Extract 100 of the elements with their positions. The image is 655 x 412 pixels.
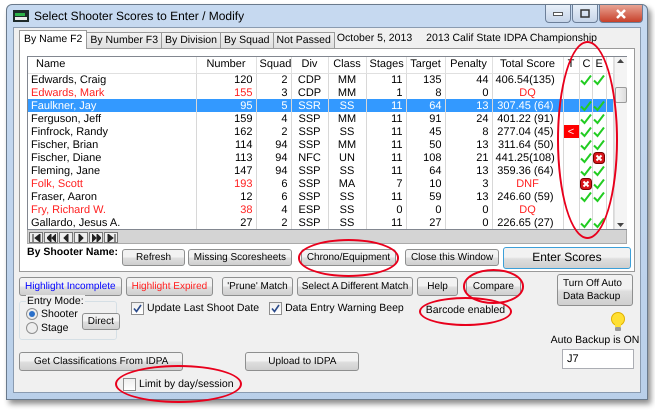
table-row[interactable]: Fischer, Diane 113 94 NFC UN 11 108 21 441.25(108) <box>28 151 613 164</box>
tab[interactable]: By Squad <box>220 32 274 48</box>
table-cell: NFC <box>291 151 328 164</box>
table-row[interactable]: Fry, Richard W. 38 4 ESP SS 0 0 0 DQ <box>28 203 613 216</box>
table-cell: 406.54(135) <box>492 73 563 86</box>
action-button[interactable]: Highlight Incomplete <box>19 277 122 296</box>
table-cell: Finfrock, Randy <box>28 125 196 138</box>
table-cell: 13 <box>445 99 492 112</box>
table-cell: 4 <box>256 203 291 216</box>
column-header[interactable]: Class <box>328 57 366 73</box>
radio-button[interactable] <box>26 322 38 334</box>
close-icon <box>615 8 627 18</box>
table-cell: 108 <box>406 151 445 164</box>
tab[interactable]: Not Passed <box>272 32 335 48</box>
table-cell: 2 <box>256 125 291 138</box>
rewind-icon[interactable] <box>46 234 56 242</box>
table-cell: 64 <box>406 99 445 112</box>
action-button[interactable]: Refresh <box>122 249 186 266</box>
tab[interactable]: By Division <box>161 32 221 48</box>
minimize-icon <box>553 12 563 16</box>
table-row[interactable]: Folk, Scott 193 6 SSP MA 7 10 3 DNF <box>28 177 613 190</box>
action-button[interactable]: Select A Different Match <box>296 277 414 296</box>
table-row[interactable]: Gallardo, Jesus A. 27 2 SSP SS 11 27 0 226.65 (27) <box>28 216 613 229</box>
table-cell: 11 <box>366 73 406 86</box>
table-cell: 11 <box>366 190 406 203</box>
action-button[interactable]: Close this Window <box>404 249 500 266</box>
table-cell: Gallardo, Jesus A. <box>28 216 196 229</box>
column-header[interactable]: Div <box>291 57 328 73</box>
table-cell: 11 <box>366 151 406 164</box>
table-cell: 45 <box>406 125 445 138</box>
table-row[interactable]: Fleming, Jane 147 94 SSP SS 11 64 13 359.36 (64) <box>28 164 613 177</box>
column-header[interactable]: Number <box>196 57 256 73</box>
minimize-button[interactable] <box>545 5 571 23</box>
table-cell: SS <box>328 99 366 112</box>
next-icon[interactable] <box>76 234 86 242</box>
column-header[interactable]: Squad <box>256 57 291 73</box>
table-cell: 11 <box>366 216 406 229</box>
table-cell: 91 <box>406 112 445 125</box>
checkbox-label: Update Last Shoot Date <box>147 302 260 315</box>
table-cell: MA <box>328 177 366 190</box>
table-cell: SSP <box>291 177 328 190</box>
action-button[interactable]: Upload to IDPA <box>245 352 360 371</box>
scroll-up-icon[interactable] <box>617 59 624 63</box>
table-cell: 2 <box>256 216 291 229</box>
action-button[interactable]: Chrono/Equipment <box>300 249 396 266</box>
table-cell: Ferguson, Jeff <box>28 112 196 125</box>
table-cell: 50 <box>406 138 445 151</box>
auto-backup-button[interactable]: Turn Off Auto Data Backup <box>557 274 633 306</box>
scroll-thumb[interactable] <box>614 87 626 103</box>
table-row[interactable]: Fraser, Aaron 12 6 SSP SS 11 59 13 246.60 (59) <box>28 190 613 203</box>
table-cell: 135 <box>406 73 445 86</box>
column-header[interactable]: Penalty <box>445 57 492 73</box>
checkbox[interactable] <box>131 302 144 315</box>
table-cell: 193 <box>196 177 256 190</box>
table-cell: 162 <box>196 125 256 138</box>
table-cell: 0 <box>406 203 445 216</box>
table-cell: Edwards, Craig <box>28 73 196 86</box>
tab[interactable]: By Name F2 <box>19 30 88 49</box>
table-cell: 311.64 (50) <box>492 138 563 151</box>
previous-icon[interactable] <box>62 234 70 242</box>
checkbox[interactable] <box>123 378 136 391</box>
enter-scores-button[interactable]: Enter Scores <box>503 247 631 269</box>
fast-forward-icon[interactable] <box>92 234 100 242</box>
tab[interactable]: By Number F3 <box>86 32 162 48</box>
checkbox[interactable] <box>269 302 282 315</box>
action-button[interactable]: 'Prune' Match <box>222 277 293 296</box>
table-cell: SS <box>328 203 366 216</box>
table-cell: SSR <box>291 99 328 112</box>
radio-button[interactable] <box>26 308 38 320</box>
column-header[interactable]: Stages <box>366 57 406 73</box>
table-cell: 11 <box>366 138 406 151</box>
table-cell: 27 <box>196 216 256 229</box>
action-button[interactable]: Missing Scoresheets <box>188 249 292 266</box>
table-row[interactable]: Edwards, Craig 120 2 CDP MM 11 135 44 406.54(135) <box>28 73 613 86</box>
first-record-icon[interactable] <box>32 234 40 242</box>
table-cell: SS <box>328 125 366 138</box>
close-button[interactable] <box>599 5 643 23</box>
action-button[interactable]: Help <box>417 277 458 296</box>
table-cell: 94 <box>256 138 291 151</box>
table-cell: 6 <box>256 190 291 203</box>
column-header[interactable]: C <box>579 57 592 73</box>
backup-field[interactable]: J7 <box>562 348 634 369</box>
match-date: October 5, 2013 <box>336 32 412 45</box>
maximize-button[interactable] <box>572 5 598 23</box>
action-button[interactable]: Compare <box>466 277 521 296</box>
auto-backup-status: Auto Backup is ON <box>550 334 640 347</box>
direct-button[interactable]: Direct <box>82 312 120 330</box>
table-cell: 307.45 (64) <box>492 99 563 112</box>
last-record-icon[interactable] <box>106 234 116 242</box>
table-row[interactable]: Fischer, Brian 114 94 SSP MM 11 50 13 311.64 (50) <box>28 138 613 151</box>
table-cell: 10 <box>406 177 445 190</box>
action-button[interactable]: Get Classifications From IDPA <box>19 352 184 371</box>
column-header[interactable]: Total Score <box>492 57 563 73</box>
table-row[interactable]: Finfrock, Randy 162 2 SSP SS 11 45 8 277.04 (45) < <box>28 125 613 138</box>
table-cell: 277.04 (45) <box>492 125 563 138</box>
column-header[interactable]: Target <box>406 57 445 73</box>
checkbox-label: Data Entry Warning Beep <box>285 302 404 315</box>
table-row[interactable]: Ferguson, Jeff 159 4 SSP MM 11 91 24 401.22 (91) <box>28 112 613 125</box>
column-header[interactable]: Name <box>28 57 196 73</box>
scroll-down-icon[interactable] <box>617 223 624 227</box>
